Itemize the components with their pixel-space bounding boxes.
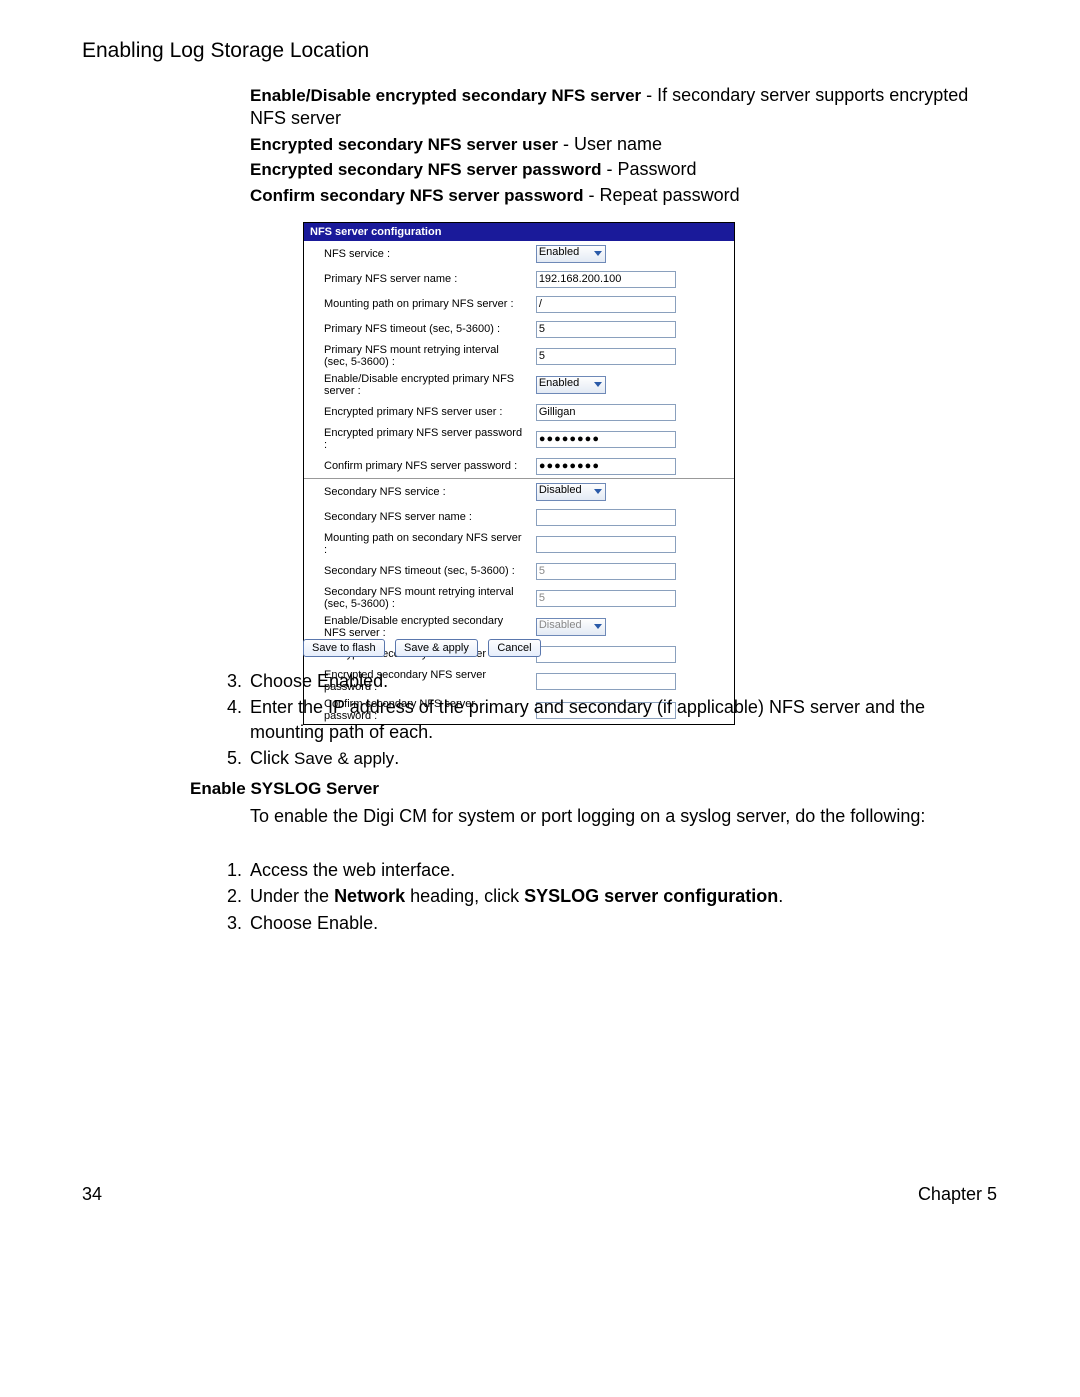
button-row: Save to flash Save & apply Cancel xyxy=(303,638,547,657)
cancel-button[interactable]: Cancel xyxy=(488,639,540,657)
panel-select: Disabled xyxy=(536,618,606,636)
steps-block-b: 1.Access the web interface. 2.Under the … xyxy=(227,858,997,937)
panel-row-label: Mounting path on secondary NFS server : xyxy=(304,529,530,558)
panel-text-input: 5 xyxy=(536,563,676,580)
intro-2-bold: Encrypted secondary NFS server password xyxy=(250,160,601,179)
panel-row-label: Secondary NFS mount retrying interval (s… xyxy=(304,583,530,612)
step-b-1-body: Access the web interface. xyxy=(250,858,997,882)
save-to-flash-button[interactable]: Save to flash xyxy=(303,639,385,657)
panel-row-label: NFS service : xyxy=(304,241,530,266)
panel-text-input[interactable]: / xyxy=(536,296,676,313)
panel-text-input xyxy=(536,509,676,526)
step-b-3-num: 3. xyxy=(227,911,250,935)
panel-select[interactable]: Disabled xyxy=(536,483,606,501)
intro-1-sep: - xyxy=(558,134,574,154)
panel-text-input xyxy=(536,646,676,663)
intro-2-sep: - xyxy=(601,159,617,179)
panel-row-label: Secondary NFS server name : xyxy=(304,504,530,529)
intro-1-text: User name xyxy=(574,134,662,154)
panel-row-label: Encrypted primary NFS server password : xyxy=(304,424,530,453)
step-b-3-body: Choose Enable. xyxy=(250,911,997,935)
chapter-label: Chapter 5 xyxy=(918,1184,997,1205)
panel-row-label: Encrypted primary NFS server user : xyxy=(304,399,530,424)
panel-password-input[interactable]: ●●●●●●●● xyxy=(536,458,676,475)
panel-title: NFS server configuration xyxy=(304,223,734,241)
panel-select[interactable]: Enabled xyxy=(536,376,606,394)
panel-row-label: Secondary NFS timeout (sec, 5-3600) : xyxy=(304,558,530,583)
intro-3-bold: Confirm secondary NFS server password xyxy=(250,186,584,205)
panel-select[interactable]: Enabled xyxy=(536,245,606,263)
step-a-4-num: 4. xyxy=(227,695,250,719)
step-b-1-num: 1. xyxy=(227,858,250,882)
step-a-3-num: 3. xyxy=(227,669,250,693)
panel-row-label: Primary NFS server name : xyxy=(304,266,530,291)
step-a-5-num: 5. xyxy=(227,746,250,770)
intro-3-text: Repeat password xyxy=(600,185,740,205)
panel-password-input[interactable]: ●●●●●●●● xyxy=(536,431,676,448)
panel-row-label: Primary NFS mount retrying interval (sec… xyxy=(304,341,530,370)
step-a-4-body: Enter the IP address of the primary and … xyxy=(250,695,997,744)
intro-0-sep: - xyxy=(641,85,657,105)
save-and-apply-button[interactable]: Save & apply xyxy=(395,639,478,657)
panel-row-label: Primary NFS timeout (sec, 5-3600) : xyxy=(304,316,530,341)
panel-row-label: Enable/Disable encrypted secondary NFS s… xyxy=(304,612,530,641)
syslog-heading: Enable SYSLOG Server xyxy=(190,779,379,799)
panel-row-label: Enable/Disable encrypted primary NFS ser… xyxy=(304,370,530,399)
page-number: 34 xyxy=(82,1184,102,1205)
panel-row-label: Confirm primary NFS server password : xyxy=(304,453,530,479)
panel-text-input[interactable]: 5 xyxy=(536,321,676,338)
panel-text-input: 5 xyxy=(536,590,676,607)
step-a-3-body: Choose Enabled. xyxy=(250,669,997,693)
intro-2-text: Password xyxy=(617,159,696,179)
panel-text-input[interactable]: Gilligan xyxy=(536,404,676,421)
panel-text-input[interactable]: 5 xyxy=(536,348,676,365)
intro-1-bold: Encrypted secondary NFS server user xyxy=(250,135,558,154)
panel-text-input[interactable]: 192.168.200.100 xyxy=(536,271,676,288)
step-b-2-num: 2. xyxy=(227,884,250,908)
intro-0-bold: Enable/Disable encrypted secondary NFS s… xyxy=(250,86,641,105)
panel-text-input xyxy=(536,536,676,553)
section-title: Enabling Log Storage Location xyxy=(82,39,369,63)
step-a-5-body: Click Save & apply. xyxy=(250,746,997,771)
steps-block-a: 3.Choose Enabled. 4.Enter the IP address… xyxy=(227,669,997,773)
step-b-2-body: Under the Network heading, click SYSLOG … xyxy=(250,884,997,908)
intro-3-sep: - xyxy=(584,185,600,205)
panel-row-label: Mounting path on primary NFS server : xyxy=(304,291,530,316)
panel-row-label: Secondary NFS service : xyxy=(304,479,530,504)
syslog-intro: To enable the Digi CM for system or port… xyxy=(250,804,995,828)
page-footer: 34 Chapter 5 xyxy=(82,1184,997,1205)
intro-block: Enable/Disable encrypted secondary NFS s… xyxy=(250,82,995,209)
